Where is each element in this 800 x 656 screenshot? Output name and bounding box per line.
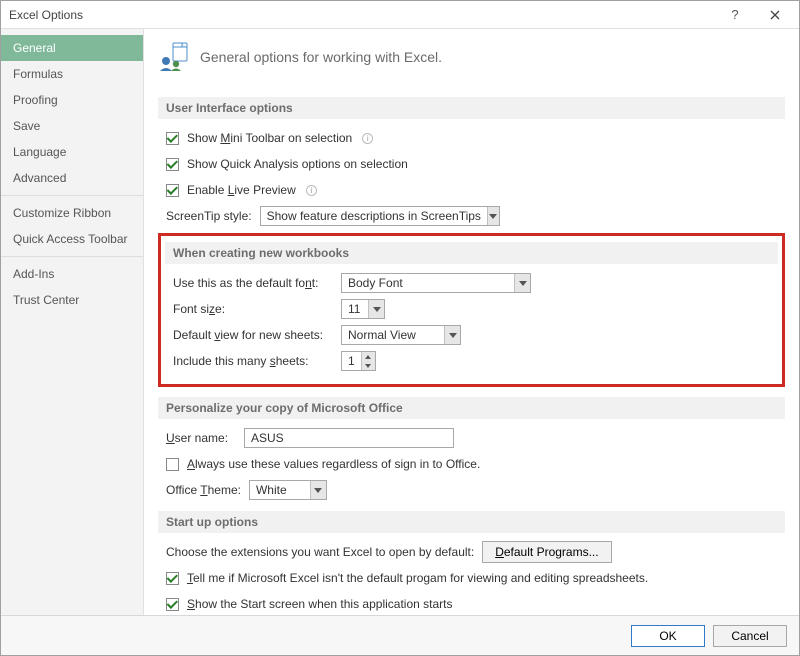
nav-sidebar: General Formulas Proofing Save Language … — [1, 29, 144, 615]
chevron-down-icon — [368, 300, 384, 318]
label-user-name: User name: — [166, 431, 236, 445]
label-show-start-screen: Show the Start screen when this applicat… — [187, 597, 452, 611]
window-title: Excel Options — [9, 8, 715, 22]
chevron-down-icon — [444, 326, 460, 344]
titlebar: Excel Options ? — [1, 1, 799, 29]
section-startup: Start up options — [158, 511, 785, 533]
dialog-footer: OK Cancel — [1, 615, 799, 655]
select-screentip-style[interactable]: Show feature descriptions in ScreenTips — [260, 206, 500, 226]
nav-item-quick-access-toolbar[interactable]: Quick Access Toolbar — [1, 226, 143, 252]
label-screentip-style: ScreenTip style: — [166, 209, 252, 223]
cancel-button[interactable]: Cancel — [713, 625, 787, 647]
nav-item-advanced[interactable]: Advanced — [1, 165, 143, 191]
label-font-size: Font size: — [173, 302, 333, 316]
label-choose-extensions: Choose the extensions you want Excel to … — [166, 545, 474, 559]
label-default-view: Default view for new sheets: — [173, 328, 333, 342]
hero: General options for working with Excel. — [158, 37, 785, 87]
input-user-name[interactable]: ASUS — [244, 428, 454, 448]
section-personalize: Personalize your copy of Microsoft Offic… — [158, 397, 785, 419]
nav-item-customize-ribbon[interactable]: Customize Ribbon — [1, 200, 143, 226]
chevron-down-icon — [514, 274, 530, 292]
checkbox-show-start-screen[interactable] — [166, 598, 179, 611]
section-new-workbooks: When creating new workbooks — [165, 242, 778, 264]
select-default-font[interactable]: Body Font — [341, 273, 531, 293]
label-default-font: Use this as the default font: — [173, 276, 333, 290]
checkbox-quick-analysis[interactable] — [166, 158, 179, 171]
label-mini-toolbar: Show Mini Toolbar on selection — [187, 131, 352, 145]
content-pane: General options for working with Excel. … — [144, 29, 799, 615]
ok-button[interactable]: OK — [631, 625, 705, 647]
highlight-box-new-workbooks: When creating new workbooks Use this as … — [158, 233, 785, 387]
nav-item-general[interactable]: General — [1, 35, 143, 61]
button-default-programs[interactable]: Default Programs... — [482, 541, 611, 563]
nav-item-trust-center[interactable]: Trust Center — [1, 287, 143, 313]
info-icon: i — [306, 185, 317, 196]
spinner-include-sheets[interactable]: 1 — [341, 351, 376, 371]
general-options-icon — [158, 41, 190, 73]
checkbox-always-use-values[interactable] — [166, 458, 179, 471]
chevron-down-icon — [310, 481, 326, 499]
nav-item-proofing[interactable]: Proofing — [1, 87, 143, 113]
close-button[interactable] — [755, 4, 795, 26]
info-icon: i — [362, 133, 373, 144]
label-tell-me-default: Tell me if Microsoft Excel isn't the def… — [187, 571, 648, 585]
checkbox-tell-me-default[interactable] — [166, 572, 179, 585]
nav-separator — [1, 195, 143, 196]
hero-text: General options for working with Excel. — [200, 49, 442, 65]
label-always-use-values: Always use these values regardless of si… — [187, 457, 480, 471]
nav-item-add-ins[interactable]: Add-Ins — [1, 261, 143, 287]
nav-item-formulas[interactable]: Formulas — [1, 61, 143, 87]
section-ui-options: User Interface options — [158, 97, 785, 119]
spinner-down[interactable] — [362, 361, 375, 370]
label-live-preview: Enable Live Preview — [187, 183, 296, 197]
close-icon — [770, 10, 780, 20]
nav-item-save[interactable]: Save — [1, 113, 143, 139]
select-font-size[interactable]: 11 — [341, 299, 385, 319]
select-office-theme[interactable]: White — [249, 480, 327, 500]
checkbox-mini-toolbar[interactable] — [166, 132, 179, 145]
spinner-up[interactable] — [362, 352, 375, 361]
label-office-theme: Office Theme: — [166, 483, 241, 497]
select-default-view[interactable]: Normal View — [341, 325, 461, 345]
label-include-sheets: Include this many sheets: — [173, 354, 333, 368]
nav-item-language[interactable]: Language — [1, 139, 143, 165]
chevron-down-icon — [487, 207, 499, 225]
excel-options-dialog: Excel Options ? General Formulas Proofin… — [0, 0, 800, 656]
checkbox-live-preview[interactable] — [166, 184, 179, 197]
label-quick-analysis: Show Quick Analysis options on selection — [187, 157, 408, 171]
nav-separator — [1, 256, 143, 257]
help-button[interactable]: ? — [715, 4, 755, 26]
